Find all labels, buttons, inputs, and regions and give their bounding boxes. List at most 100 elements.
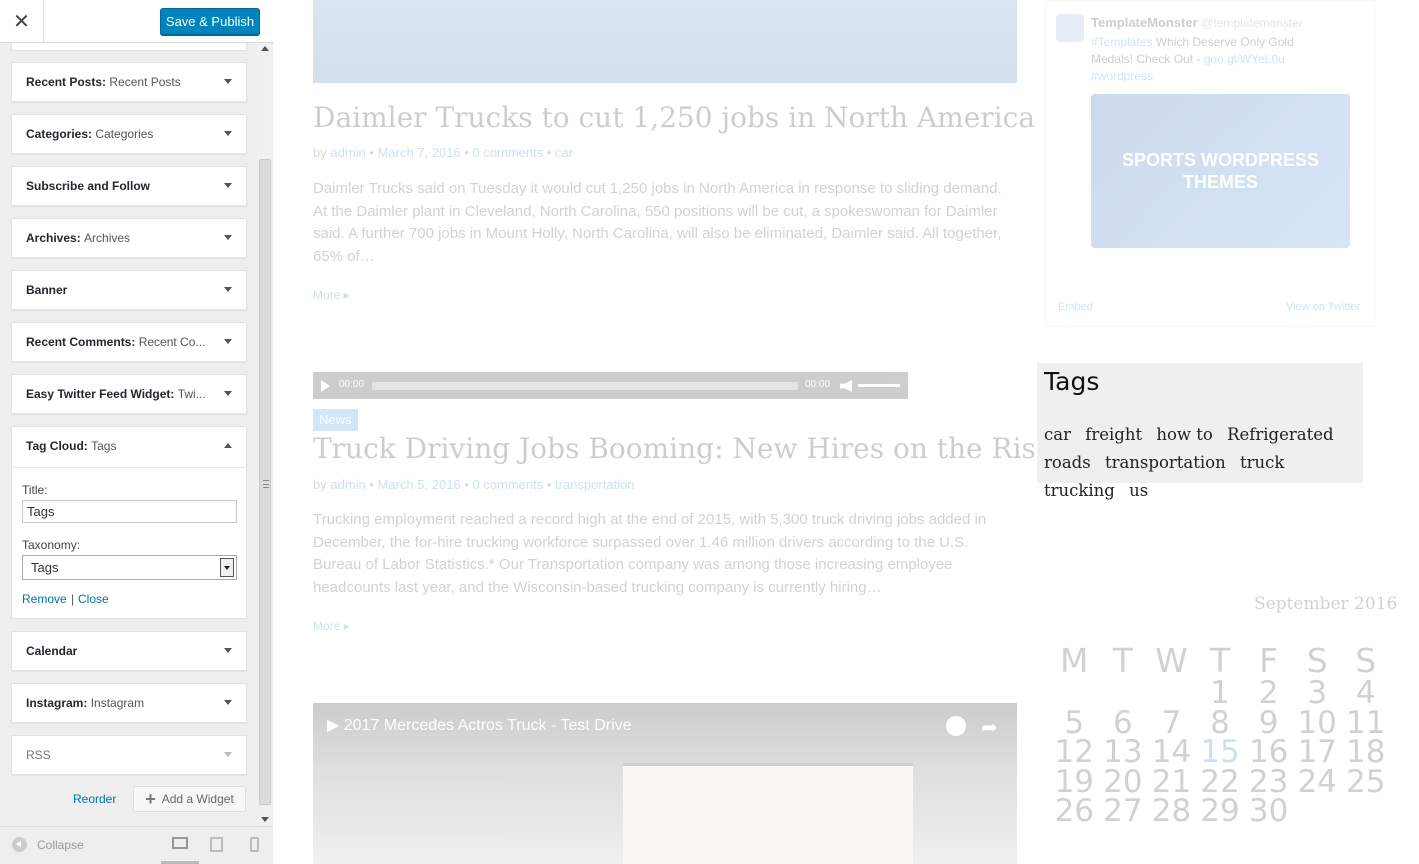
share-icon[interactable]: ➦: [981, 715, 998, 740]
audio-player[interactable]: 00:00 00:00: [313, 372, 908, 399]
collapse-icon[interactable]: [12, 837, 27, 852]
panel-footer: Collapse: [0, 826, 273, 864]
reorder-link[interactable]: Reorder: [73, 792, 116, 806]
chevron-down-icon[interactable]: [224, 391, 232, 396]
tag-link[interactable]: truck: [1240, 453, 1284, 472]
calendar-day[interactable]: 25: [1341, 766, 1390, 798]
site-preview: Daimler Trucks to cut 1,250 jobs in Nort…: [274, 0, 1419, 864]
tag-link[interactable]: trucking: [1044, 481, 1115, 500]
mobile-preview-icon[interactable]: [250, 837, 259, 852]
video-embed[interactable]: ▶ 2017 Mercedes Actros Truck - Test Driv…: [313, 703, 1017, 864]
remove-link[interactable]: Remove: [22, 592, 67, 606]
widget-title: Recent Posts: Recent Posts: [26, 75, 181, 89]
chevron-down-icon[interactable]: [224, 287, 232, 292]
chevron-down-icon[interactable]: [224, 183, 232, 188]
widget-subscribe-follow[interactable]: Subscribe and Follow: [11, 166, 247, 206]
widget-title: Easy Twitter Feed Widget: Twi...: [26, 387, 206, 401]
widget-banner[interactable]: Banner: [11, 270, 247, 310]
add-widget-button[interactable]: + Add a Widget: [133, 786, 246, 812]
post-excerpt: Daimler Trucks said on Tuesday it would …: [313, 180, 1002, 265]
view-on-twitter-link[interactable]: View on Twitter: [1286, 301, 1360, 313]
tag-link[interactable]: roads: [1044, 453, 1091, 472]
widget-stub-top: [11, 43, 247, 51]
audio-progress-rail[interactable]: [372, 382, 798, 390]
taxonomy-select[interactable]: Tags: [22, 555, 237, 580]
avatar[interactable]: [1056, 14, 1084, 42]
volume-slider[interactable]: [858, 384, 900, 387]
embed-link[interactable]: Embed: [1058, 301, 1093, 313]
more-link[interactable]: More ▸: [313, 619, 350, 633]
widget-title: Recent Comments: Recent Co...: [26, 335, 206, 349]
chevron-down-icon[interactable]: [224, 235, 232, 240]
grip-icon: [263, 480, 269, 488]
scroll-up-arrow-icon[interactable]: [261, 46, 269, 51]
widget-title: Calendar: [26, 644, 78, 658]
chevron-down-icon[interactable]: [224, 648, 232, 653]
widget-actions: Reorder + Add a Widget: [0, 786, 273, 812]
more-link[interactable]: More ▸: [313, 288, 350, 302]
panel-scrollbar[interactable]: [257, 44, 273, 826]
tag-link[interactable]: car: [1044, 425, 1071, 444]
widget-title: Banner: [26, 283, 68, 297]
title-label: Title:: [22, 483, 48, 497]
tweet-image[interactable]: SPORTS WORDPRESS THEMES: [1091, 94, 1350, 248]
title-input[interactable]: Tags: [22, 500, 237, 523]
twitter-timeline: TemplateMonster @templatemonster #Templa…: [1045, 0, 1375, 327]
widget-archives[interactable]: Archives: Archives: [11, 218, 247, 258]
calendar-day[interactable]: 30: [1244, 796, 1293, 827]
tag-link[interactable]: Refrigerated: [1227, 425, 1333, 444]
chevron-down-icon[interactable]: [224, 131, 232, 136]
post-meta: by admin • March 5, 2016 • 0 comments • …: [313, 477, 635, 492]
tag-link[interactable]: transportation: [1105, 453, 1226, 472]
widget-recent-posts[interactable]: Recent Posts: Recent Posts: [11, 62, 247, 102]
calendar-day-header: M: [1060, 641, 1089, 680]
calendar-day-header: S: [1306, 641, 1328, 680]
widget-tag-cloud[interactable]: Tag Cloud: Tags: [11, 426, 247, 468]
calendar-day-header: W: [1155, 641, 1188, 680]
calendar-day[interactable]: 28: [1147, 796, 1196, 827]
desktop-preview-icon[interactable]: [172, 837, 188, 849]
widget-calendar[interactable]: Calendar: [11, 631, 247, 671]
chevron-down-icon[interactable]: [224, 339, 232, 344]
widget-rss[interactable]: RSS: [11, 735, 247, 775]
save-publish-button[interactable]: Save & Publish: [160, 8, 260, 35]
widget-title: Categories: Categories: [26, 127, 154, 141]
widget-categories[interactable]: Categories: Categories: [11, 114, 247, 154]
close-icon[interactable]: ✕: [0, 0, 44, 43]
calendar-day-header: T: [1112, 641, 1133, 680]
widget-twitter-feed[interactable]: Easy Twitter Feed Widget: Twi...: [11, 374, 247, 414]
calendar-day[interactable]: 26: [1050, 796, 1099, 827]
chevron-down-icon[interactable]: [224, 79, 232, 84]
post-featured-image: [313, 0, 1017, 83]
widget-instagram[interactable]: Instagram: Instagram: [11, 683, 247, 723]
scroll-down-arrow-icon[interactable]: [261, 817, 269, 822]
volume-icon[interactable]: [840, 380, 852, 392]
play-icon[interactable]: [321, 380, 330, 392]
tags-widget-preview: Tags car freight how to Refrigerated roa…: [1037, 363, 1363, 500]
watch-later-icon[interactable]: [946, 716, 966, 736]
dropdown-arrow-icon[interactable]: [220, 558, 234, 577]
video-thumbnail-truck: [623, 763, 913, 864]
close-link[interactable]: Close: [78, 592, 109, 606]
collapse-button[interactable]: Collapse: [37, 838, 84, 852]
post-title[interactable]: Daimler Trucks to cut 1,250 jobs in Nort…: [313, 101, 1035, 134]
chevron-up-icon[interactable]: [224, 443, 232, 448]
taxonomy-value: Tags: [31, 560, 59, 575]
scrollbar-thumb[interactable]: [259, 159, 271, 805]
video-title[interactable]: ▶ 2017 Mercedes Actros Truck - Test Driv…: [327, 715, 632, 735]
chevron-down-icon[interactable]: [224, 752, 232, 757]
tag-link[interactable]: us: [1129, 481, 1148, 500]
tablet-preview-icon[interactable]: [210, 837, 223, 852]
chevron-down-icon[interactable]: [224, 700, 232, 705]
post-title[interactable]: Truck Driving Jobs Booming: New Hires on…: [313, 432, 1052, 465]
tag-link[interactable]: freight: [1085, 425, 1142, 444]
customizer-panel: ✕ Save & Publish Recent Posts: Recent Po…: [0, 0, 273, 864]
calendar-day[interactable]: 27: [1099, 796, 1148, 827]
tweet-author[interactable]: TemplateMonster @templatemonster: [1091, 15, 1303, 30]
widget-recent-comments[interactable]: Recent Comments: Recent Co...: [11, 322, 247, 362]
category-badge[interactable]: News: [313, 409, 358, 431]
calendar-day[interactable]: 29: [1196, 796, 1245, 827]
tag-link[interactable]: how to: [1156, 425, 1213, 444]
taxonomy-label: Taxonomy:: [22, 538, 81, 552]
calendar-day[interactable]: 24: [1293, 766, 1342, 798]
